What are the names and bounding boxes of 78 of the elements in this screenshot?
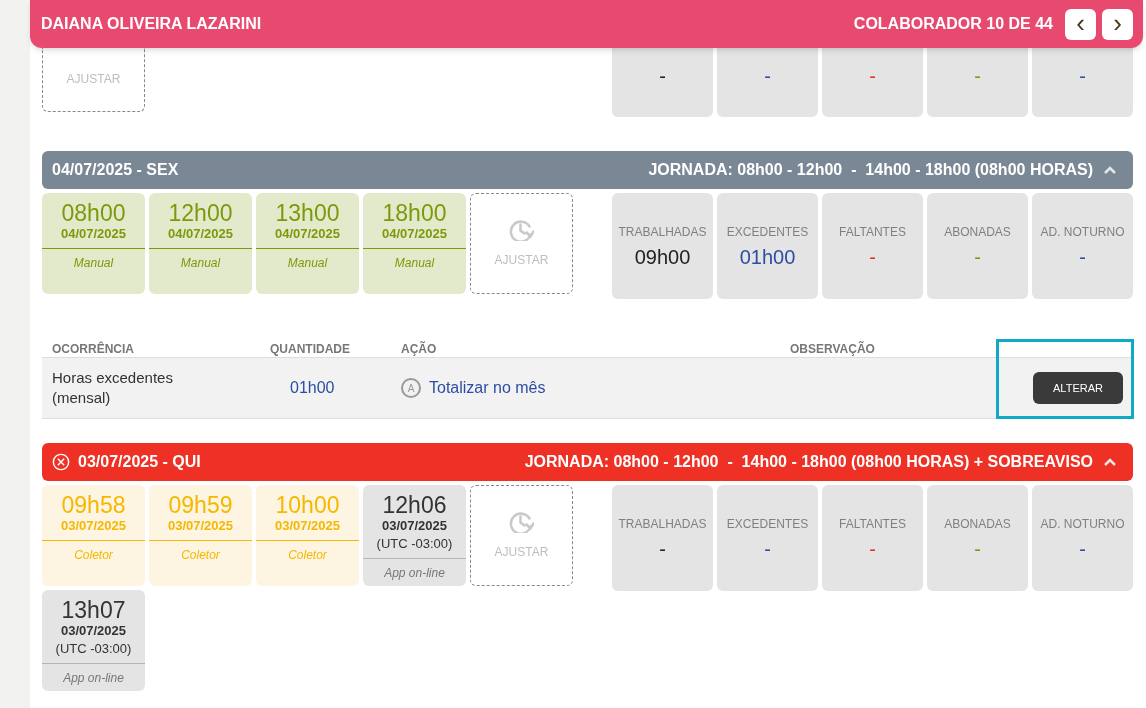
punch-date: 04/07/2025 [60, 226, 127, 242]
punch-time: 09h59 [168, 492, 233, 518]
stat-value: - [974, 64, 981, 89]
stat-label: AD. NOTURNO [1040, 516, 1125, 531]
punch-time: 18h00 [382, 200, 447, 226]
stat-value: 09h00 [634, 245, 691, 270]
column-header: QUANTIDADE [270, 341, 351, 358]
day-date: 03/07/2025 - QUI [78, 452, 201, 472]
stat-label: ABONADAS [944, 516, 1011, 531]
stat-value: - [659, 537, 666, 562]
stat-value: - [974, 245, 981, 270]
punch-time: 12h00 [168, 200, 233, 226]
punch-timezone: (UTC -03:00) [376, 536, 453, 552]
occurrence-quantity: 01h00 [289, 378, 336, 398]
punch-timezone: (UTC -03:00) [55, 641, 132, 657]
next-button[interactable]: › [1102, 8, 1133, 40]
punch-time: 09h58 [61, 492, 126, 518]
stat-value: 01h00 [739, 245, 796, 270]
punch-source: App on-line [63, 670, 124, 687]
chevron-up-icon[interactable] [1103, 165, 1117, 175]
stat-value: - [1079, 537, 1086, 562]
clock-adjust-icon [509, 218, 534, 241]
day-schedule: JORNADA: 08h00 - 12h00 - 14h00 - 18h00 (08h00 HORAS) + SOBREAVISO [524, 452, 1093, 472]
stat-label: FALTANTES [839, 516, 906, 531]
punch-date: 04/07/2025 [274, 226, 341, 242]
stat-value: - [764, 64, 771, 89]
punch-date: 03/07/2025 [167, 518, 234, 534]
stat-label: ABONADAS [944, 224, 1011, 239]
punch-time: 12h06 [382, 492, 447, 518]
column-header: AÇÃO [401, 340, 438, 358]
punch-time: 13h00 [275, 200, 340, 226]
punch-source: Manual [287, 255, 328, 272]
stat-value: - [869, 537, 876, 562]
stat-value: - [764, 537, 771, 562]
error-icon [52, 453, 70, 471]
stat-value: - [1079, 245, 1086, 270]
stat-value: - [659, 64, 666, 89]
occurrence-name: Horas excedentes (mensal) [52, 368, 174, 408]
chevron-up-icon[interactable] [1103, 457, 1117, 467]
stat-label: FALTANTES [839, 224, 906, 239]
column-header: OBSERVAÇÃO [790, 340, 876, 358]
punch-source: Manual [73, 255, 114, 272]
punch-source: Coletor [181, 547, 220, 564]
stat-label: EXCEDENTES [726, 516, 809, 531]
punch-source: App on-line [384, 565, 445, 582]
punch-time: 10h00 [275, 492, 340, 518]
clock-adjust-icon [509, 510, 534, 533]
stat-value: - [869, 245, 876, 270]
stat-value: - [974, 537, 981, 562]
employee-counter: COLABORADOR 10 DE 44 [853, 14, 1053, 34]
stat-value: - [869, 64, 876, 89]
punch-date: 03/07/2025 [60, 518, 127, 534]
punch-time: 13h07 [61, 597, 126, 623]
change-button[interactable]: ALTERAR [1033, 372, 1123, 404]
stat-label: TRABALHADAS [618, 224, 707, 239]
column-header: OCORRÊNCIA [52, 340, 135, 358]
punch-source: Manual [180, 255, 221, 272]
stat-value: - [1079, 64, 1086, 89]
previous-button[interactable]: ‹ [1065, 8, 1096, 40]
punch-time: 08h00 [61, 200, 126, 226]
stat-label: TRABALHADAS [618, 516, 707, 531]
action-link[interactable]: Totalizar no mês [429, 376, 546, 400]
day-date: 04/07/2025 - SEX [52, 160, 179, 180]
punch-source: Coletor [74, 547, 113, 564]
punch-date: 03/07/2025 [274, 518, 341, 534]
punch-date: 04/07/2025 [381, 226, 448, 242]
punch-date: 03/07/2025 [60, 623, 127, 639]
punch-date: 03/07/2025 [381, 518, 448, 534]
day-header[interactable]: 04/07/2025 - SEX JORNADA: 08h00 - 12h00 - 14h00 - 18h00 (08h00 HORAS) [42, 151, 1133, 189]
day-header[interactable]: 03/07/2025 - QUI JORNADA: 08h00 - 12h00 - 14h00 - 18h00 (08h00 HORAS) + SOBREAVISO [42, 443, 1133, 481]
punch-source: Manual [394, 255, 435, 272]
employee-name: DAIANA OLIVEIRA LAZARINI [41, 14, 262, 34]
punch-date: 04/07/2025 [167, 226, 234, 242]
action-badge: A [401, 378, 421, 398]
day-schedule: JORNADA: 08h00 - 12h00 - 14h00 - 18h00 (08h00 HORAS) [648, 160, 1093, 180]
stat-label: AD. NOTURNO [1040, 224, 1125, 239]
punch-source: Coletor [288, 547, 327, 564]
stat-label: EXCEDENTES [726, 224, 809, 239]
